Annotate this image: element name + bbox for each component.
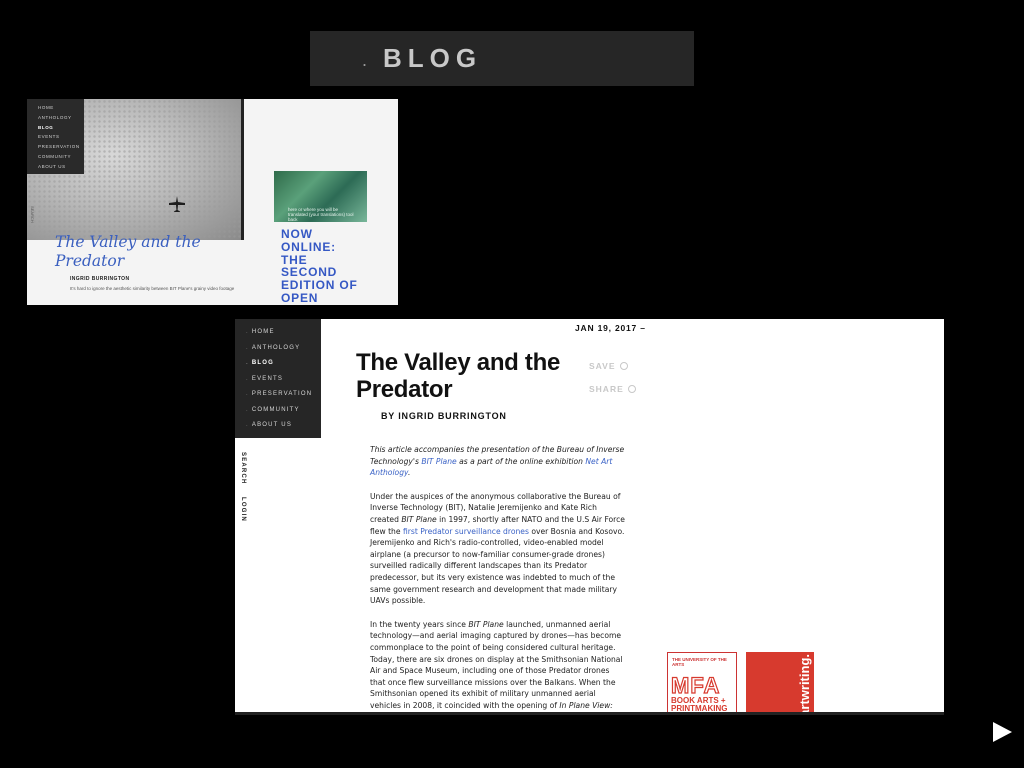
para-text: over Bosnia and Kosovo. Jeremijenko and … — [370, 526, 625, 606]
article-intro: This article accompanies the presentatio… — [370, 444, 626, 479]
para-text: In the twenty years since — [370, 619, 469, 629]
plane-shadow-icon — [169, 196, 185, 212]
divider — [241, 99, 244, 240]
ad-artwriting-text: artwriting. — [797, 654, 812, 715]
para-emphasis: In Plane View: — [559, 700, 613, 710]
intro-text: . — [407, 468, 411, 478]
site-nav: HOME ANTHOLOGY BLOG EVENTS PRESERVATION … — [235, 319, 321, 438]
login-link[interactable]: LOGIN — [240, 497, 246, 522]
para-emphasis: BIT Plane — [401, 514, 437, 524]
artwriting-advert[interactable]: artwriting. — [746, 652, 814, 715]
share-icon — [627, 385, 636, 393]
article-paragraph-1: Under the auspices of the anonymous coll… — [370, 491, 626, 607]
mfa-advert[interactable]: THE UNIVERSITY OF THE ARTS MFA BOOK ARTS… — [667, 652, 737, 713]
predator-drones-link[interactable]: first Predator surveillance drones — [403, 527, 529, 536]
banner-title: BLOG — [383, 43, 483, 73]
save-icon — [619, 362, 628, 370]
article-date: JAN 19, 2017 – — [575, 323, 646, 333]
share-button[interactable]: SHARE — [589, 384, 636, 394]
thumb-nav-preservation: PRESERVATION — [38, 144, 80, 150]
article-body: This article accompanies the presentatio… — [370, 444, 626, 712]
thumb-nav-home: HOME — [38, 105, 54, 110]
save-button[interactable]: SAVE — [589, 361, 636, 371]
article-actions: SAVE SHARE — [589, 361, 636, 407]
search-link[interactable]: SEARCH — [240, 452, 246, 485]
save-label: SAVE — [589, 361, 616, 371]
nav-about-us[interactable]: ABOUT US — [246, 418, 321, 434]
thumb-nav-anthology: ANTHOLOGY — [38, 114, 72, 120]
promo-image: here or where you will be translated (yo… — [274, 171, 367, 222]
banner-dot: . — [362, 50, 368, 70]
next-slide-button[interactable] — [990, 720, 1014, 744]
bit-plane-link[interactable]: BIT Plane — [421, 457, 456, 466]
ad-mfa: MFA — [670, 673, 721, 698]
thumbnail-nav: HOME ANTHOLOGY BLOG EVENTS PRESERVATION … — [27, 99, 84, 174]
thumb-nav-community: COMMUNITY — [38, 153, 72, 159]
ad-sub2: PRINTMAKING — [671, 704, 728, 713]
intro-text: as a part of the online exhibition — [456, 456, 586, 466]
section-banner: . BLOG — [310, 31, 694, 86]
article-title: The Valley and the Predator — [356, 349, 561, 403]
nav-blog[interactable]: BLOG — [246, 356, 321, 372]
blog-thumbnail-screenshot[interactable]: HOME ANTHOLOGY BLOG EVENTS PRESERVATION … — [27, 99, 398, 305]
thumb-callout: NOW ONLINE: THE SECOND EDITION OF OPEN — [281, 227, 358, 305]
play-next-icon — [993, 722, 1012, 742]
thumb-headline: The Valley and the Predator — [55, 233, 201, 270]
para-emphasis: BIT Plane — [468, 619, 504, 629]
share-label: SHARE — [589, 384, 624, 394]
side-links: SEARCH LOGIN — [240, 452, 246, 534]
ad-org: THE UNIVERSITY OF THE ARTS — [672, 657, 727, 667]
promo-caption: here or where you will be translated (yo… — [288, 207, 354, 222]
nav-home[interactable]: HOME — [246, 325, 321, 341]
article-paragraph-2: In the twenty years since BIT Plane laun… — [370, 619, 626, 712]
thumb-nav-blog: BLOG — [38, 124, 54, 130]
thumb-byline: INGRID BURRINGTON — [70, 276, 130, 282]
thumb-nav-about: ABOUT US — [38, 163, 66, 169]
para-text: launched, unmanned aerial technology—and… — [370, 619, 623, 710]
thumb-search-label: SEARCH — [30, 206, 35, 223]
article-page-screenshot: HOME ANTHOLOGY BLOG EVENTS PRESERVATION … — [235, 319, 944, 715]
nav-events[interactable]: EVENTS — [246, 372, 321, 388]
nav-preservation[interactable]: PRESERVATION — [246, 387, 321, 403]
thumb-snippet: It's hard to ignore the aesthetic simila… — [70, 286, 235, 291]
article-byline: BY INGRID BURRINGTON — [381, 411, 507, 421]
thumb-nav-events: EVENTS — [38, 134, 60, 140]
nav-community[interactable]: COMMUNITY — [246, 403, 321, 419]
nav-anthology[interactable]: ANTHOLOGY — [246, 341, 321, 357]
